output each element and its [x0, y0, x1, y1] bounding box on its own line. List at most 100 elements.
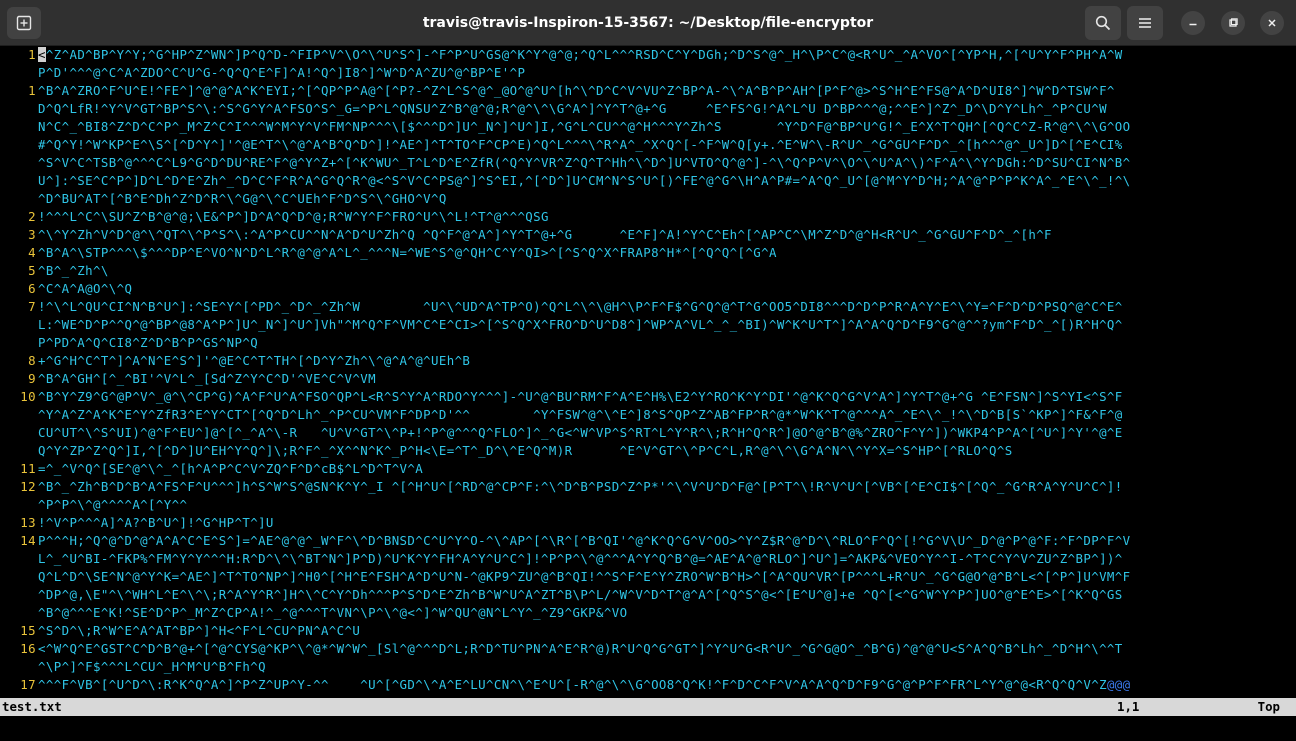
close-button[interactable]: [1260, 11, 1284, 35]
status-filename: test.txt: [2, 699, 62, 714]
line-text: Q^L^D^\SE^N^@^Y^K=^AE^]^T^TO^NP^]^H0^[^H…: [38, 568, 1296, 586]
line-number: 1: [28, 47, 36, 62]
maximize-button[interactable]: [1221, 11, 1245, 35]
vim-editor-area[interactable]: 1 <^Z^AD^BP^Y^Y;^G^HP^Z^WN^]P^Q^D-^FIP^V^…: [0, 46, 1296, 698]
line-number: [0, 100, 38, 118]
line-text: =^_^V^Q^[SE^@^\^_^[h^A^P^C^V^ZQ^F^D^cB$^…: [38, 460, 1296, 478]
editor-line: ^D^BU^AT^[^B^E^Dh^Z^D^R^\^G@^\^C^UEh^F^D…: [0, 190, 1296, 208]
editor-line: ^\P^]^F$^^^L^CU^_H^M^U^B^Fh^Q: [0, 658, 1296, 676]
line-content: !^\^L^QU^CI^N^B^U^]:^SE^Y^[^PD^_^D^_^Zh^…: [38, 299, 1123, 314]
editor-line: Q^L^D^\SE^N^@^Y^K=^AE^]^T^TO^NP^]^H0^[^H…: [0, 568, 1296, 586]
line-content: <^W^Q^E^GST^C^D^B^@+^[^@^CYS@^KP^\^@*^W^…: [38, 641, 1123, 656]
line-text: !^^^L^C^\SU^Z^B^@^@;\E&^P^]D^A^Q^D^@;R^W…: [38, 208, 1296, 226]
editor-line: 1 <^Z^AD^BP^Y^Y;^G^HP^Z^WN^]P^Q^D-^FIP^V^…: [0, 46, 1296, 64]
line-number: 4: [28, 245, 36, 260]
line-number: 16: [20, 641, 36, 656]
line-text: ^\^Y^Zh^V^D^@^\^QT^\^P^S^\:^A^P^CU^^N^A^…: [38, 226, 1296, 244]
editor-line: ^S^V^C^TSB^@^^^C^L9^G^D^DU^RE^F^@^Y^Z+^[…: [0, 154, 1296, 172]
line-number: [0, 442, 38, 460]
line-content: Q^Y^ZP^Z^Q^]I,^[^D^]U^EH^Y^Q^]\;R^F^_^X^…: [38, 443, 1013, 458]
editor-line: 10 ^B^Y^Z9^G^@P^V^_@^\^CP^G)^A^F^U^A^FSO^…: [0, 388, 1296, 406]
line-number: 6: [28, 281, 36, 296]
editor-line: U^]:^SE^C^P^]D^L^D^E^Zh^_^D^C^F^R^A^G^Q^…: [0, 172, 1296, 190]
line-content: ^S^D^\;R^W^E^A^AT^BP^]^H<^F^L^CU^PN^A^C^…: [38, 623, 361, 638]
line-text: <^Z^AD^BP^Y^Y;^G^HP^Z^WN^]P^Q^D-^FIP^V^\…: [38, 46, 1296, 64]
line-content: L^_^U^BI-^FKP%^FM^Y^Y^^^H:R^D^\^\^BT^N^]…: [38, 551, 1123, 566]
line-content: ^S^V^C^TSB^@^^^C^L9^G^D^DU^RE^F^@^Y^Z+^[…: [38, 155, 1131, 170]
line-text: ^P^P^\^@^^^^A^[^Y^^: [38, 496, 1296, 514]
status-scroll-position: Top: [1257, 699, 1280, 714]
line-text: !^V^P^^^A]^A?^B^U^]!^G^HP^T^]U: [38, 514, 1296, 532]
line-content: ^B^@^^^E^K!^SE^D^P^_M^Z^CP^A!^_^@^^^T^VN…: [38, 605, 628, 620]
search-button[interactable]: [1085, 6, 1121, 40]
editor-line: 6 ^C^A^A@O^\^Q: [0, 280, 1296, 298]
minimize-button[interactable]: [1181, 11, 1205, 35]
line-text: <^W^Q^E^GST^C^D^B^@+^[^@^CYS@^KP^\^@*^W^…: [38, 640, 1296, 658]
title-bar: travis@travis-Inspiron-15-3567: ~/Deskto…: [0, 0, 1296, 46]
line-text: L:^WE^D^P^^Q^@^BP^@8^A^P^]U^_N^]^U^]Vh"^…: [38, 316, 1296, 334]
editor-line: 7 !^\^L^QU^CI^N^B^U^]:^SE^Y^[^PD^_^D^_^Zh…: [0, 298, 1296, 316]
line-content: ^B^A^\STP^^^\$^^^DP^E^VO^N^D^L^R^@^@^A^L…: [38, 245, 777, 260]
line-text: ^B^@^^^E^K!^SE^D^P^_M^Z^CP^A!^_^@^^^T^VN…: [38, 604, 1296, 622]
line-content: ^D^BU^AT^[^B^E^Dh^Z^D^R^\^G@^\^C^UEh^F^D…: [38, 191, 447, 206]
line-number: [0, 172, 38, 190]
line-content: #^Q^Y!^W^KP^E^\S^[^D^Y^]'^@E^T^\^@^A^B^Q…: [38, 137, 1123, 152]
line-text: ^S^D^\;R^W^E^A^AT^BP^]^H<^F^L^CU^PN^A^C^…: [38, 622, 1296, 640]
line-number: 14: [20, 533, 36, 548]
line-content: ^\^Y^Zh^V^D^@^\^QT^\^P^S^\:^A^P^CU^^N^A^…: [38, 227, 1052, 242]
editor-line: 13 !^V^P^^^A]^A?^B^U^]!^G^HP^T^]U: [0, 514, 1296, 532]
line-number: [0, 658, 38, 676]
editor-line: ^Y^A^Z^A^K^E^Y^ZfR3^E^Y^CT^[^Q^D^Lh^_^P^…: [0, 406, 1296, 424]
new-tab-button[interactable]: [7, 7, 41, 39]
line-number: 1: [28, 83, 36, 98]
line-content: +^G^H^C^T^]^A^N^E^S^]'^@E^C^T^TH^[^D^Y^Z…: [38, 353, 471, 368]
line-number: 17: [20, 677, 36, 692]
line-number: [0, 154, 38, 172]
line-number: 10: [20, 389, 36, 404]
editor-line: #^Q^Y!^W^KP^E^\S^[^D^Y^]'^@E^T^\^@^A^B^Q…: [0, 136, 1296, 154]
line-number: 15: [20, 623, 36, 638]
editor-line: 9 ^B^A^GH^[^_^BI'^V^L^_[Sd^Z^Y^C^D'^VE^C^…: [0, 370, 1296, 388]
line-text: CU^UT^\^S^UI)^@^F^EU^]@^[^_^A^\-R ^U^V^G…: [38, 424, 1296, 442]
text-cursor: <: [38, 47, 46, 62]
new-tab-icon: [16, 15, 32, 31]
line-content: ^B^Y^Z9^G^@P^V^_@^\^CP^G)^A^F^U^A^FSO^QP…: [38, 389, 1123, 404]
line-number: [0, 586, 38, 604]
line-content: ^Y^A^Z^A^K^E^Y^ZfR3^E^Y^CT^[^Q^D^Lh^_^P^…: [38, 407, 1123, 422]
line-number: 5: [28, 263, 36, 278]
line-content: ^Z^AD^BP^Y^Y;^G^HP^Z^WN^]P^Q^D-^FIP^V^\O…: [45, 47, 1123, 62]
line-text: ^DP^@,\E"^\^WH^L^E^\^\;R^A^Y^R^]H^\^C^Y^…: [38, 586, 1296, 604]
line-text: ^S^V^C^TSB^@^^^C^L9^G^D^DU^RE^F^@^Y^Z+^[…: [38, 154, 1296, 172]
line-text: ^B^Y^Z9^G^@P^V^_@^\^CP^G)^A^F^U^A^FSO^QP…: [38, 388, 1296, 406]
line-content: ^P^P^\^@^^^^A^[^Y^^: [38, 497, 188, 512]
editor-line: ^B^@^^^E^K!^SE^D^P^_M^Z^CP^A!^_^@^^^T^VN…: [0, 604, 1296, 622]
menu-button[interactable]: [1127, 6, 1163, 40]
maximize-icon: [1229, 18, 1238, 27]
editor-line: Q^Y^ZP^Z^Q^]I,^[^D^]U^EH^Y^Q^]\;R^F^_^X^…: [0, 442, 1296, 460]
line-content: ^B^_^Zh^\: [38, 263, 109, 278]
editor-line: 2 !^^^L^C^\SU^Z^B^@^@;\E&^P^]D^A^Q^D^@;R^…: [0, 208, 1296, 226]
line-text: P^^^H;^Q^@^D^@^A^A^C^E^S^]=^AE^@^@^_W^F^…: [38, 532, 1296, 550]
line-content: Q^L^D^\SE^N^@^Y^K=^AE^]^T^TO^NP^]^H0^[^H…: [38, 569, 1131, 584]
editor-line: L:^WE^D^P^^Q^@^BP^@8^A^P^]U^_N^]^U^]Vh"^…: [0, 316, 1296, 334]
line-content: ^B^A^ZRO^F^U^E!^FE^]^@^@^A^K^EYI;^[^QP^P…: [38, 83, 1115, 98]
editor-line: 3 ^\^Y^Zh^V^D^@^\^QT^\^P^S^\:^A^P^CU^^N^A…: [0, 226, 1296, 244]
editor-line: D^Q^LfR!^Y^V^GT^BP^S^\:^S^G^Y^A^FSO^S^_G…: [0, 100, 1296, 118]
line-text: L^_^U^BI-^FKP%^FM^Y^Y^^^H:R^D^\^\^BT^N^]…: [38, 550, 1296, 568]
line-content: CU^UT^\^S^UI)^@^F^EU^]@^[^_^A^\-R ^U^V^G…: [38, 425, 1123, 440]
search-icon: [1095, 15, 1111, 31]
editor-line: ^DP^@,\E"^\^WH^L^E^\^\;R^A^Y^R^]H^\^C^Y^…: [0, 586, 1296, 604]
line-text: Q^Y^ZP^Z^Q^]I,^[^D^]U^EH^Y^Q^]\;R^F^_^X^…: [38, 442, 1296, 460]
line-number: [0, 604, 38, 622]
line-text: ^C^A^A@O^\^Q: [38, 280, 1296, 298]
line-number: [0, 550, 38, 568]
line-content: P^D'^^^@^C^A^ZDO^C^U^G-^Q^Q^E^F]^A!^Q^]I…: [38, 65, 526, 80]
line-number: [0, 190, 38, 208]
line-text: P^D'^^^@^C^A^ZDO^C^U^G-^Q^Q^E^F]^A!^Q^]I…: [38, 64, 1296, 82]
line-number: 13: [20, 515, 36, 530]
editor-line: 4 ^B^A^\STP^^^\$^^^DP^E^VO^N^D^L^R^@^@^A^…: [0, 244, 1296, 262]
line-content: N^C^_^BI8^Z^D^C^P^_M^Z^C^I^^^W^M^Y^V^FM^…: [38, 119, 1131, 134]
line-number: 3: [28, 227, 36, 242]
editor-line: P^PD^A^Q^CI8^Z^D^B^P^GS^NP^Q: [0, 334, 1296, 352]
line-number: 8: [28, 353, 36, 368]
